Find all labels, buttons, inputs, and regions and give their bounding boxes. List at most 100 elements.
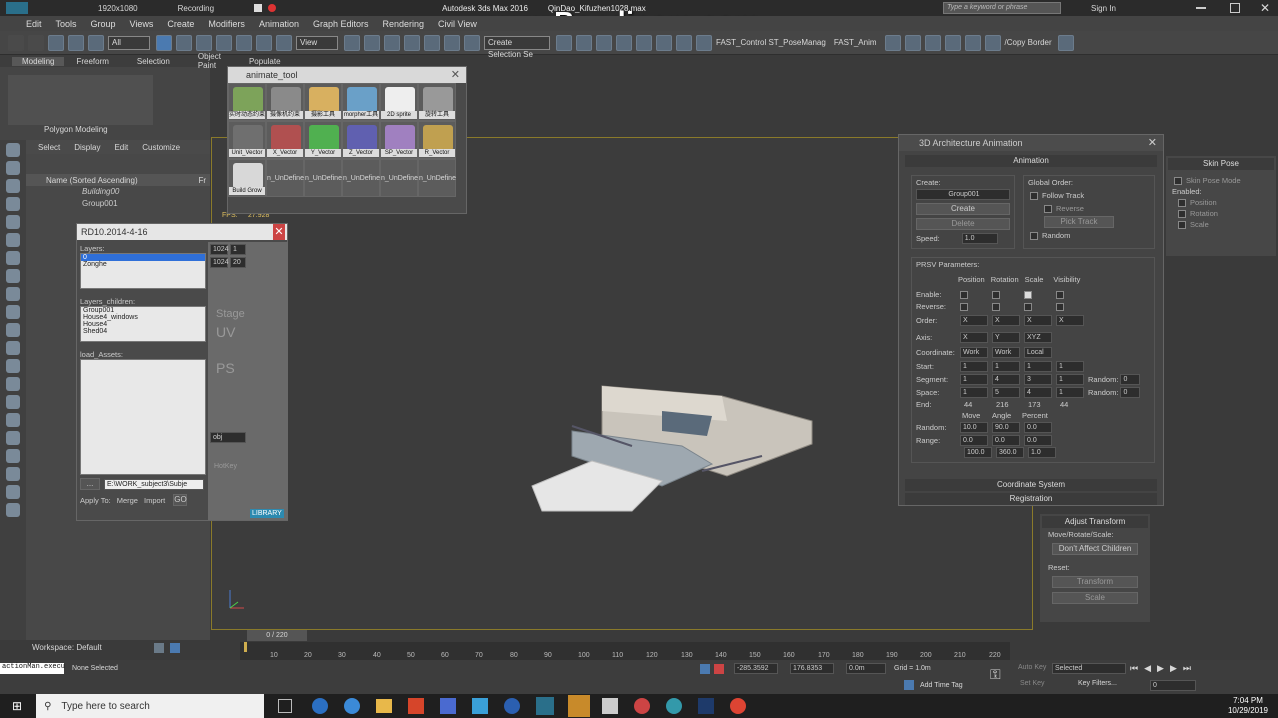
cloth-icon[interactable] <box>964 34 981 51</box>
space-spinner[interactable]: 1 <box>1056 387 1084 398</box>
next-frame-icon[interactable]: ▶ <box>1170 663 1177 674</box>
stage-label[interactable]: Stage <box>216 308 288 320</box>
angle-snap-icon[interactable] <box>424 34 440 51</box>
menu-views[interactable]: Views <box>130 19 154 29</box>
reverse-scale-checkbox[interactable] <box>1024 302 1032 311</box>
list-item[interactable]: Zonghe <box>81 261 205 268</box>
script-icon[interactable] <box>884 34 901 51</box>
grid-icon[interactable] <box>1057 34 1074 51</box>
ribbon-toggle-icon[interactable] <box>616 34 632 51</box>
mirror-icon[interactable] <box>556 34 572 51</box>
maximize-icon[interactable] <box>1229 3 1240 13</box>
coordinate-dropdown[interactable]: Local <box>1024 347 1052 358</box>
window-crossing-icon[interactable] <box>216 34 232 51</box>
start-spinner[interactable]: 1 <box>1056 361 1084 372</box>
enable-rotation-checkbox[interactable] <box>992 290 1000 299</box>
browse-button[interactable]: ... <box>80 478 100 490</box>
rotate-icon[interactable] <box>256 34 272 51</box>
script-button-pose-manager[interactable]: FAST_Control ST_PoseManag <box>716 38 826 47</box>
unlink-icon[interactable] <box>68 34 84 51</box>
layers-list[interactable]: 0 Zonghe <box>80 253 206 289</box>
menu-modifiers[interactable]: Modifiers <box>208 19 245 29</box>
adjust-transform-rollout[interactable]: Adjust Transform <box>1042 516 1148 528</box>
range-max-spinner[interactable]: 1.0 <box>1028 447 1056 458</box>
puzzle-icon[interactable] <box>984 34 1001 51</box>
max-logo-icon[interactable] <box>6 2 28 14</box>
menu-tools[interactable]: Tools <box>56 19 77 29</box>
record-icon[interactable] <box>268 4 277 12</box>
scene-item[interactable]: Building00 <box>82 186 210 198</box>
find-icon[interactable] <box>6 431 20 445</box>
lights-filter-icon[interactable] <box>6 197 20 211</box>
group-name-field[interactable]: Group001 <box>916 189 1010 200</box>
containers-filter-icon[interactable] <box>6 323 20 337</box>
spacewarps-filter-icon[interactable] <box>6 251 20 265</box>
order-dropdown[interactable]: X <box>1024 315 1052 326</box>
scale-button[interactable]: Scale <box>1052 592 1138 604</box>
tool-button[interactable]: n_UnDefine <box>342 159 380 197</box>
scene-menu-edit[interactable]: Edit <box>114 143 128 152</box>
xrefs-filter-icon[interactable] <box>6 287 20 301</box>
move-icon[interactable] <box>236 34 252 51</box>
invert-filter-icon[interactable] <box>6 413 20 427</box>
key-mode-dropdown[interactable]: Selected <box>1052 663 1126 674</box>
menu-edit[interactable]: Edit <box>26 19 42 29</box>
tool-button[interactable]: Y_Vector <box>304 121 342 159</box>
workspace-dropdown[interactable]: Workspace: Default <box>32 643 102 652</box>
hierarchy-icon[interactable] <box>6 485 20 499</box>
speed-field[interactable]: 1.0 <box>961 233 998 244</box>
pivot-center-icon[interactable] <box>344 34 360 51</box>
curve-editor-icon[interactable] <box>636 34 652 51</box>
tool-button[interactable]: Z_Vector <box>342 121 380 159</box>
building-model[interactable] <box>512 376 832 516</box>
app-icon[interactable] <box>408 698 425 714</box>
reverse-rotation-checkbox[interactable] <box>992 302 1000 311</box>
space-spinner[interactable]: 1 <box>960 387 988 398</box>
enable-visibility-checkbox[interactable] <box>1056 290 1064 299</box>
hidden-filter-icon[interactable] <box>6 359 20 373</box>
start-spinner[interactable]: 1 <box>960 361 988 372</box>
named-selection-dropdown[interactable]: Create Selection Se <box>484 35 550 59</box>
rect-selection-icon[interactable] <box>196 34 212 51</box>
play-icon[interactable]: ▶ <box>1157 663 1164 674</box>
all-filter-icon[interactable] <box>6 377 20 391</box>
taskbar-search-input[interactable]: Type here to search <box>61 701 149 712</box>
spinner-snap-icon[interactable] <box>464 34 480 51</box>
close-icon[interactable]: ✕ <box>1260 1 1270 15</box>
lock-icon[interactable] <box>6 503 20 517</box>
selection-filter-dropdown[interactable]: All <box>108 35 150 50</box>
tool-button[interactable]: n_UnDefine <box>266 159 304 197</box>
sphere-icon[interactable] <box>924 34 941 51</box>
range-max-spinner[interactable]: 100.0 <box>964 447 992 458</box>
windows-start-icon[interactable]: ⊞ <box>12 699 22 713</box>
pick-track-button[interactable]: Pick Track <box>1044 216 1114 228</box>
sort-icon[interactable] <box>170 642 180 653</box>
polygon-modeling-label[interactable]: Polygon Modeling <box>44 125 210 134</box>
axis-dropdown[interactable]: Y <box>992 332 1020 343</box>
bind-space-warp-icon[interactable] <box>88 34 104 51</box>
path-field[interactable]: E:\WORK_subject3\Subje <box>104 478 204 490</box>
layer-explorer-icon[interactable] <box>596 34 612 51</box>
space-spinner[interactable]: 5 <box>992 387 1020 398</box>
keyboard-shortcut-icon[interactable] <box>384 34 400 51</box>
close-icon[interactable]: ✕ <box>1148 135 1157 151</box>
range-min-spinner[interactable]: 0.0 <box>1024 435 1052 446</box>
start-spinner[interactable]: 1 <box>992 361 1020 372</box>
system-clock[interactable]: 7:04 PM 10/29/2019 <box>1228 696 1268 716</box>
bones-filter-icon[interactable] <box>6 305 20 319</box>
tool-button[interactable]: X_Vector <box>266 121 304 159</box>
arch-anim-titlebar[interactable]: 3D Architecture Animation ✕ <box>899 135 1163 151</box>
menu-create[interactable]: Create <box>167 19 194 29</box>
render-setup-icon[interactable] <box>696 34 712 51</box>
track-bar[interactable]: 10 20 30 40 50 60 70 80 90 100 110 120 130 140 150 160 1… <box>240 642 1010 662</box>
script-button-copy-border[interactable]: /Copy Border <box>1005 38 1052 47</box>
resolution-field[interactable]: 1024 <box>210 244 229 255</box>
tool-button[interactable]: Unit_Vector <box>228 121 266 159</box>
time-slider-thumb[interactable]: 0 / 220 <box>247 630 307 641</box>
random-checkbox[interactable] <box>1030 231 1038 240</box>
cameras-filter-icon[interactable] <box>6 215 20 229</box>
skin-rotation-checkbox[interactable] <box>1178 209 1186 218</box>
order-dropdown[interactable]: X <box>1056 315 1084 326</box>
tool-button[interactable]: SP_Vector <box>380 121 418 159</box>
axis-dropdown[interactable]: XYZ <box>1024 332 1052 343</box>
